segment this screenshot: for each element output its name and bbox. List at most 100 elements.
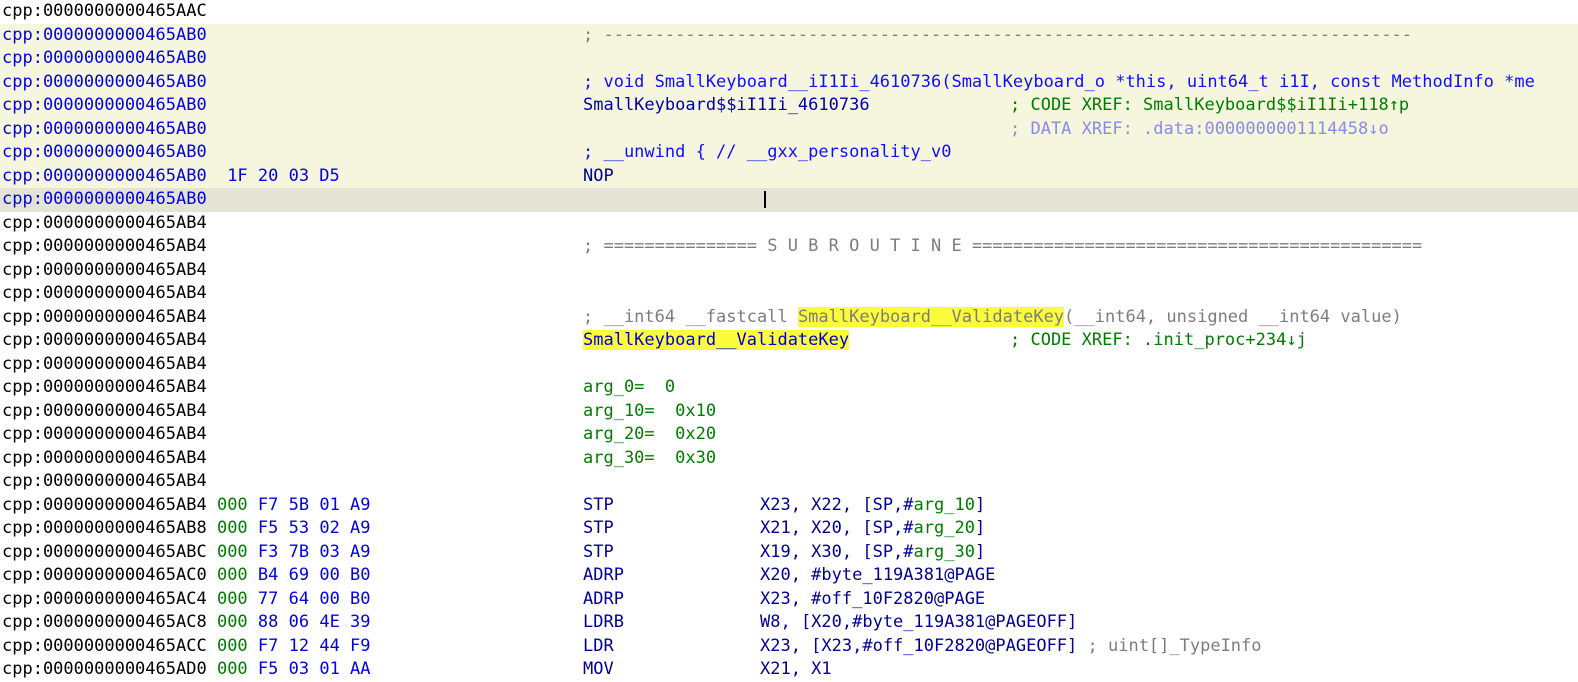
byte-code: 77 64 00 B0 <box>257 588 371 609</box>
content-column: NOP <box>583 165 614 189</box>
disasm-line[interactable]: cpp:0000000000465AB0 <box>0 188 1578 212</box>
address: cpp:0000000000465AB4 <box>2 471 207 491</box>
function-label: SmallKeyboard$$iI1Ii_4610736 <box>583 95 870 115</box>
stack-depth: 000 <box>216 588 248 609</box>
content-column: LDR <box>583 635 614 659</box>
addr-column: cpp:0000000000465AB4 <box>2 423 207 447</box>
address: cpp:0000000000465AB0 <box>2 24 207 45</box>
address: cpp:0000000000465AB0 <box>2 142 207 162</box>
disasm-line[interactable]: cpp:0000000000465ABC 000 F3 7B 03 A9 STP X… <box>0 540 1578 565</box>
disasm-line[interactable]: cpp:0000000000465AB0 ; void SmallKeyboard… <box>0 70 1578 95</box>
content-column: LDRB <box>583 611 624 635</box>
address: cpp:0000000000465AB4 <box>2 306 207 327</box>
separator-comment: ; --------------------------------------… <box>583 24 1413 45</box>
address: cpp:0000000000465AB4 <box>2 447 207 468</box>
disasm-line[interactable]: cpp:0000000000465AB4 <box>0 352 1578 376</box>
content-column: STP <box>583 494 614 518</box>
operand: X23, X22, [SP,# <box>760 494 914 515</box>
byte-code: 88 06 4E 39 <box>257 612 371 632</box>
addr-column: cpp:0000000000465AB4 <box>2 235 207 259</box>
operand-stack-var: arg_30 <box>913 541 975 562</box>
address: cpp:0000000000465AB4 <box>2 259 207 280</box>
disasm-line[interactable]: cpp:0000000000465AB0 ; __unwind { // __gx… <box>0 141 1578 165</box>
stack-depth: 000 <box>216 541 248 562</box>
disasm-line[interactable]: cpp:0000000000465AB4 <box>0 470 1578 494</box>
address: cpp:0000000000465AB0 <box>2 118 207 139</box>
address: cpp:0000000000465AB4 <box>2 283 207 303</box>
disasm-line[interactable]: cpp:0000000000465AB4 arg_30= 0x30 <box>0 446 1578 471</box>
disasm-line[interactable]: cpp:0000000000465AB4 ; __int64 __fastcall… <box>0 305 1578 329</box>
disasm-line[interactable]: cpp:0000000000465AAC <box>0 0 1578 24</box>
operand: X19, X30, [SP,# <box>760 541 914 562</box>
comment-column: ; CODE XREF: SmallKeyboard$$iI1Ii+118↑p <box>1010 94 1409 118</box>
disasm-line[interactable]: cpp:0000000000465AB0 SmallKeyboard$$iI1Ii… <box>0 94 1578 118</box>
disasm-line[interactable]: cpp:0000000000465AB4 arg_20= 0x20 <box>0 423 1578 447</box>
disasm-line[interactable]: cpp:0000000000465AB4 <box>0 282 1578 306</box>
disasm-line[interactable]: cpp:0000000000465AB4 000 F7 5B 01 A9 STP X… <box>0 493 1578 518</box>
address: cpp:0000000000465ABC <box>2 541 207 562</box>
disasm-line[interactable]: cpp:0000000000465AB4 <box>0 258 1578 282</box>
highlighted-function-name: SmallKeyboard__ValidateKey <box>797 306 1065 327</box>
addr-column: cpp:0000000000465AB4 <box>2 447 207 471</box>
operand: X21, X1 <box>760 659 832 679</box>
disasm-line[interactable]: cpp:0000000000465AB4 <box>0 211 1578 236</box>
stack-depth: 000 <box>216 612 248 632</box>
address: cpp:0000000000465AB4 <box>2 377 207 397</box>
address: cpp:0000000000465AB4 <box>2 353 207 374</box>
function-prototype-comment: ; __int64 __fastcall <box>583 306 798 327</box>
addr-column: cpp:0000000000465AB4 <box>2 212 207 236</box>
function-prototype-comment: ; void SmallKeyboard__iI1Ii_4610736(Smal… <box>583 71 1535 92</box>
disasm-line[interactable]: cpp:0000000000465AB0 <box>0 47 1578 71</box>
disasm-line[interactable]: cpp:0000000000465AC4 000 77 64 00 B0 ADRP… <box>0 587 1578 612</box>
disasm-line[interactable]: cpp:0000000000465AB4 arg_10= 0x10 <box>0 399 1578 423</box>
mnemonic: STP <box>583 518 614 538</box>
addr-column: cpp:0000000000465AC4 000 77 64 00 B0 <box>2 588 371 612</box>
operand: X23, #off_10F2820@PAGE <box>760 588 986 609</box>
address: cpp:0000000000465AC4 <box>2 588 207 609</box>
disasm-line[interactable]: cpp:0000000000465AB0 ; DATA XREF: .data:0… <box>0 117 1578 141</box>
address: cpp:0000000000465AB8 <box>2 518 207 538</box>
operand-column: W8, [X20,#byte_119A381@PAGEOFF] <box>760 611 1077 635</box>
operand: X21, X20, [SP,# <box>760 518 914 538</box>
content-column: ADRP <box>583 588 624 612</box>
stack-var-definition: arg_10= 0x10 <box>583 400 717 421</box>
addr-column: cpp:0000000000465AB4 <box>2 282 207 306</box>
code-xref-comment: ; CODE XREF: .init_proc+234↓j <box>1010 330 1307 350</box>
addr-column: cpp:0000000000465AB0 1F 20 03 D5 <box>2 165 340 189</box>
address: cpp:0000000000465ACC <box>2 635 207 656</box>
content-column: ; --------------------------------------… <box>583 24 1412 48</box>
operand-column: X23, X22, [SP,#arg_10] <box>760 494 985 518</box>
byte-code: F5 53 02 A9 <box>257 518 371 538</box>
disasm-line[interactable]: cpp:0000000000465AC0 000 B4 69 00 B0 ADRP… <box>0 564 1578 588</box>
operand-column: X20, #byte_119A381@PAGE <box>760 564 995 588</box>
content-column: arg_0= 0 <box>583 376 675 400</box>
addr-column: cpp:0000000000465AC0 000 B4 69 00 B0 <box>2 564 371 588</box>
mnemonic: ADRP <box>583 565 624 585</box>
disasm-line[interactable]: cpp:0000000000465AB0 ; ------------------… <box>0 23 1578 48</box>
disasm-line[interactable]: cpp:0000000000465AD0 000 F5 03 01 AA MOV X… <box>0 658 1578 682</box>
disasm-line[interactable]: cpp:0000000000465AB0 1F 20 03 D5 NOP <box>0 164 1578 189</box>
stack-depth: 000 <box>216 565 248 585</box>
mnemonic: NOP <box>583 165 614 186</box>
disasm-line[interactable]: cpp:0000000000465AB4 ; =============== S … <box>0 235 1578 259</box>
operand: ] <box>974 494 986 515</box>
operand-column: X21, X20, [SP,#arg_20] <box>760 517 985 541</box>
addr-column: cpp:0000000000465ABC 000 F3 7B 03 A9 <box>2 541 371 565</box>
disasm-line[interactable]: cpp:0000000000465AB8 000 F5 53 02 A9 STP X… <box>0 517 1578 541</box>
disasm-line[interactable]: cpp:0000000000465AB4 SmallKeyboard__Valid… <box>0 329 1578 353</box>
addr-column: cpp:0000000000465AC8 000 88 06 4E 39 <box>2 611 371 635</box>
disasm-line[interactable]: cpp:0000000000465AB4 arg_0= 0 <box>0 376 1578 400</box>
content-column: ; void SmallKeyboard__iI1Ii_4610736(Smal… <box>583 71 1535 95</box>
content-column: arg_20= 0x20 <box>583 423 716 447</box>
disasm-line[interactable]: cpp:0000000000465ACC 000 F7 12 44 F9 LDR X… <box>0 634 1578 659</box>
operand-stack-var: arg_10 <box>913 494 975 515</box>
addr-column: cpp:0000000000465AB4 000 F7 5B 01 A9 <box>2 494 371 518</box>
disasm-line[interactable]: cpp:0000000000465AC8 000 88 06 4E 39 LDRB… <box>0 611 1578 635</box>
